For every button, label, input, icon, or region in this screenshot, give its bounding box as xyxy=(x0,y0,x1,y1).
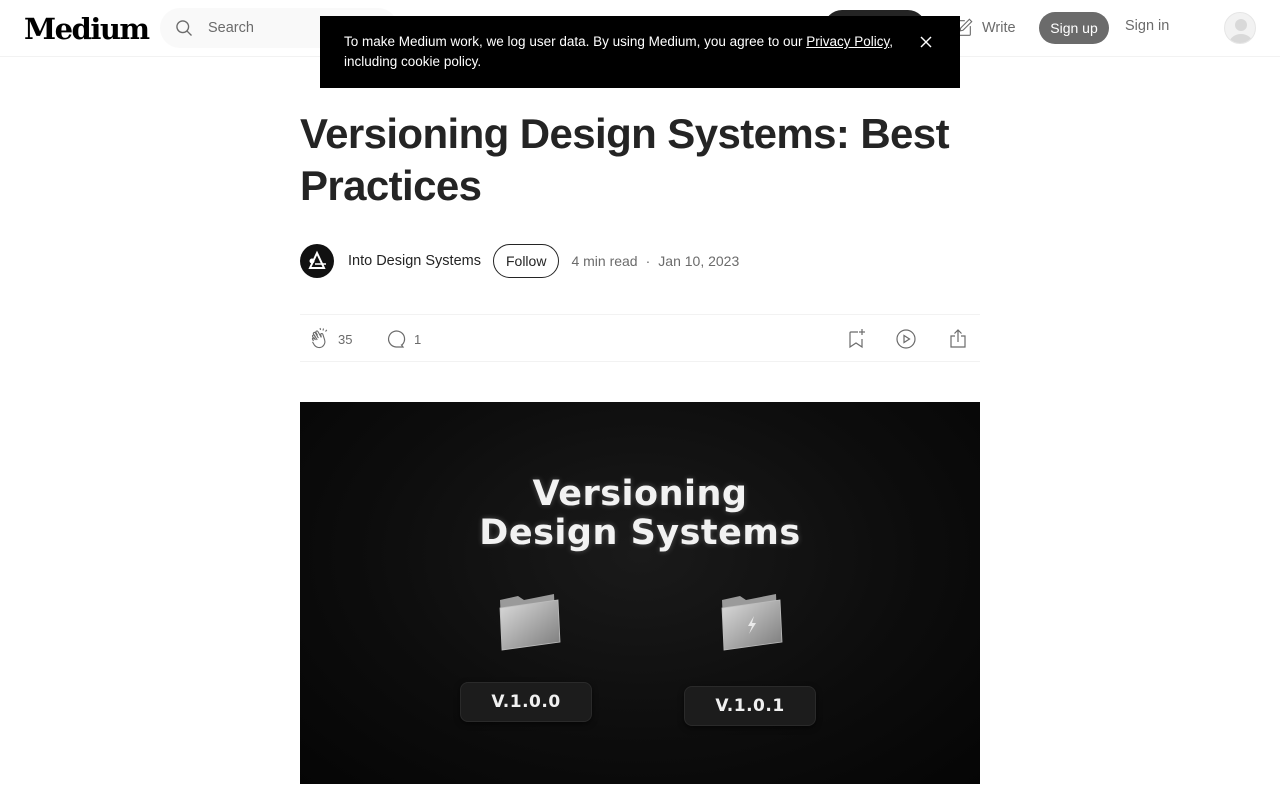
listen-button[interactable] xyxy=(894,327,918,351)
close-icon[interactable] xyxy=(918,34,934,50)
bookmark-add-icon xyxy=(849,329,865,349)
read-time: 4 min read xyxy=(571,253,638,269)
clap-icon xyxy=(311,327,328,349)
hero-title-line1: Versioning xyxy=(532,474,748,514)
privacy-policy-link[interactable]: Privacy Policy xyxy=(806,34,889,49)
write-button[interactable]: Write xyxy=(952,16,1016,40)
cookie-text: To make Medium work, we log user data. B… xyxy=(344,34,807,49)
follow-button[interactable]: Follow xyxy=(492,244,560,278)
hero-title-line2: Design Systems xyxy=(479,513,801,553)
user-placeholder-icon xyxy=(1229,19,1253,43)
responses-button[interactable]: 1 xyxy=(384,327,421,351)
clap-count: 35 xyxy=(338,331,353,347)
version-badge-old: V.1.0.0 xyxy=(460,682,592,722)
author-name[interactable]: Into Design Systems xyxy=(348,253,481,269)
share-button[interactable] xyxy=(946,327,970,351)
response-count: 1 xyxy=(414,331,422,347)
meta-separator: · xyxy=(645,253,651,269)
clap-button[interactable]: 35 xyxy=(308,327,352,351)
share-icon xyxy=(950,329,966,348)
article-action-bar: 35 1 xyxy=(300,314,980,362)
article-title: Versioning Design Systems: Best Practice… xyxy=(300,110,950,209)
write-label: Write xyxy=(982,20,1016,36)
version-badge-new: V.1.0.1 xyxy=(684,686,816,726)
folder-icon xyxy=(721,594,783,651)
publish-date: Jan 10, 2023 xyxy=(658,253,740,269)
save-button[interactable] xyxy=(844,327,868,351)
hero-image: Versioning Design Systems V.1.0.0 V.1.0.… xyxy=(300,402,980,784)
medium-logo[interactable]: Medium xyxy=(24,12,150,46)
author-logo-icon xyxy=(308,250,326,269)
cookie-banner: To make Medium work, we log user data. B… xyxy=(320,16,960,88)
article-meta: 4 min read · Jan 10, 2023 xyxy=(571,253,739,269)
play-icon xyxy=(896,329,916,349)
response-icon xyxy=(387,330,406,348)
folder-icon xyxy=(499,594,561,651)
signup-button[interactable]: Sign up xyxy=(1039,12,1109,44)
search-icon xyxy=(176,20,192,36)
signin-link[interactable]: Sign in xyxy=(1125,18,1169,34)
byline: Into Design Systems Follow 4 min read · … xyxy=(300,244,980,278)
user-avatar[interactable] xyxy=(1224,12,1256,44)
author-avatar[interactable] xyxy=(300,244,334,278)
